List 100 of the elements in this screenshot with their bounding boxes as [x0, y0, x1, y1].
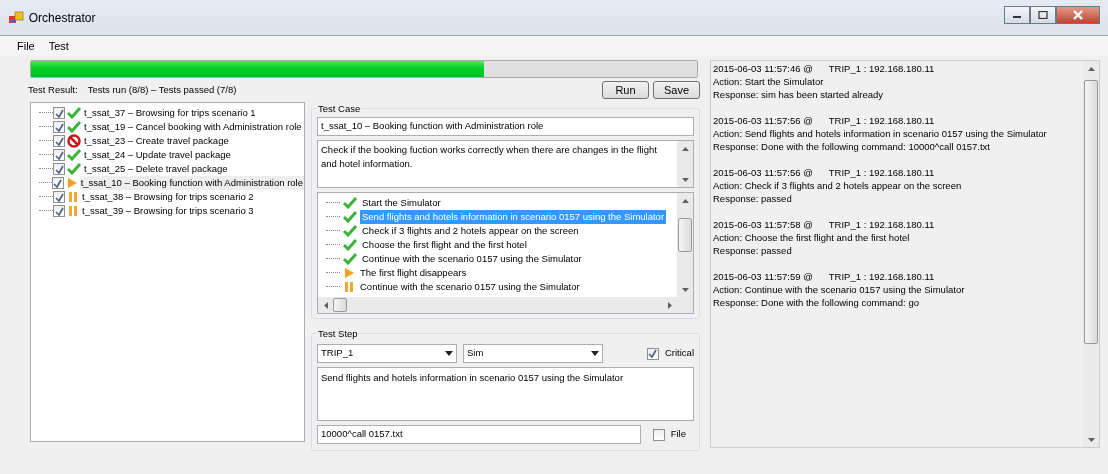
checkbox[interactable]	[53, 163, 65, 175]
menu-item[interactable]: File	[10, 35, 42, 57]
log-time: 2015-06-03 11:57:46 @	[713, 62, 813, 75]
tree-item[interactable]: t_ssat_10 – Booking function with Administration role	[79, 175, 304, 191]
log-target: TRIP_1 : 192.168.180.11	[828, 114, 935, 127]
log-action: Action: Start the Simulator	[713, 75, 825, 88]
log-time: 2015-06-03 11:57:59 @	[713, 270, 813, 283]
close-icon	[1072, 10, 1084, 20]
pause-icon	[67, 205, 79, 217]
check-icon	[343, 253, 357, 265]
log-response: Response: Done with the following command: go	[713, 296, 920, 309]
scroll-thumb[interactable]	[1084, 80, 1098, 344]
close-button[interactable]	[1056, 6, 1100, 24]
command-field[interactable]: 10000^call 0157.txt	[317, 425, 641, 444]
check-icon	[67, 149, 81, 161]
log-target: TRIP_1 : 192.168.180.11	[828, 218, 935, 231]
step-item[interactable]: Check if 3 flights and 2 hotels appear on the screen	[360, 223, 581, 239]
check-icon	[343, 239, 357, 251]
scroll-thumb[interactable]	[678, 218, 692, 252]
tree-item[interactable]: t_ssat_25 – Delete travel package	[83, 161, 229, 177]
step-item[interactable]: Choose the first flight and the first hotel	[360, 237, 529, 253]
save-button[interactable]: Save	[653, 81, 700, 99]
log-target: TRIP_1 : 192.168.180.11	[828, 62, 935, 75]
prohibited-icon	[67, 134, 81, 148]
arrow-down-icon	[1086, 435, 1096, 444]
pause-icon	[67, 191, 79, 203]
checkbox[interactable]	[53, 121, 65, 133]
checkbox[interactable]	[53, 107, 65, 119]
scrollbar[interactable]	[318, 297, 693, 313]
log-response: Response: passed	[713, 244, 793, 257]
scrollbar[interactable]	[677, 193, 693, 297]
play-icon	[343, 267, 355, 279]
step-item[interactable]: Continue with the scenario 0157 using the Simulator	[358, 279, 582, 295]
result-label: Test Result:	[28, 82, 78, 97]
checkbox[interactable]	[652, 428, 665, 441]
checkbox[interactable]	[51, 177, 64, 189]
arrow-right-icon	[665, 300, 674, 310]
checkbox[interactable]	[646, 347, 659, 360]
action-field[interactable]: Send flights and hotels information in scenario 0157 using the Simulator	[317, 367, 694, 421]
step-item[interactable]: Continue with the scenario 0157 using the Simulator	[360, 251, 584, 267]
scrollbar[interactable]	[1083, 61, 1099, 447]
menu-item[interactable]: Test	[41, 35, 76, 57]
arrow-left-icon	[321, 300, 330, 310]
check-icon	[67, 163, 81, 175]
log-target: TRIP_1 : 192.168.180.11	[828, 166, 935, 179]
caret-icon	[591, 351, 599, 356]
dropdown[interactable]: Sim	[463, 344, 603, 363]
maximize-button[interactable]	[1030, 6, 1056, 24]
pause-icon	[343, 281, 355, 293]
log-action: Action: Send flights and hotels information in scenario 0157 using the Simulator	[713, 127, 1048, 140]
app-icon	[8, 9, 24, 26]
dropdown-value: Sim	[467, 346, 485, 361]
description-field[interactable]: Check if the booking fuction works correctly when there are changes in the flight and hotel information.	[317, 140, 694, 188]
log-time: 2015-06-03 11:57:56 @	[713, 166, 813, 179]
log-time: 2015-06-03 11:57:56 @	[713, 114, 813, 127]
log-response: Response: passed	[713, 192, 793, 205]
check-icon	[343, 211, 357, 223]
arrow-up-icon	[680, 144, 690, 153]
checkbox[interactable]	[53, 135, 65, 147]
arrow-down-icon	[680, 285, 690, 294]
checkbox[interactable]	[53, 191, 65, 203]
step-item[interactable]: The first flight disappears	[358, 265, 469, 281]
checkmark-icon	[648, 349, 658, 358]
check-icon	[343, 197, 357, 209]
tree-item[interactable]: t_ssat_23 – Create travel package	[83, 133, 230, 149]
dropdown[interactable]: TRIP_1	[317, 344, 457, 363]
caret-icon	[445, 351, 453, 356]
test-case-name-field[interactable]: t_ssat_10 – Booking function with Administration role	[317, 117, 694, 136]
arrow-down-icon	[680, 175, 690, 184]
checkbox[interactable]	[53, 149, 65, 161]
scroll-thumb[interactable]	[333, 298, 347, 312]
tree-item[interactable]: t_ssat_37 – Browsing for trips scenario 1	[83, 105, 257, 121]
step-item[interactable]: Start the Simulator	[360, 195, 443, 211]
tree-item[interactable]: t_ssat_24 – Update travel package	[83, 147, 232, 163]
dropdown-value: TRIP_1	[321, 346, 355, 361]
log-action: Action: Continue with the scenario 0157 using the Simulator	[713, 283, 966, 296]
window-title: Orchestrator	[28, 9, 97, 27]
scrollbar[interactable]	[677, 141, 693, 187]
log-response: Response: sim has been started already	[713, 88, 885, 101]
check-icon	[67, 121, 81, 133]
tree-item[interactable]: t_ssat_39 – Browsing for trips scenario 3	[81, 203, 255, 219]
log-time: 2015-06-03 11:57:58 @	[713, 218, 813, 231]
play-icon	[65, 177, 78, 189]
tree-item[interactable]: t_ssat_38 – Browsing for trips scenario 2	[81, 189, 255, 205]
arrow-up-icon	[1086, 64, 1096, 73]
run-button[interactable]: Run	[602, 81, 649, 99]
result-text: Tests run (8/8) – Tests passed (7/8)	[87, 82, 237, 97]
description-text: Check if the booking fuction works correctly when there are changes in the flight and hotel information.	[320, 143, 658, 172]
arrow-up-icon	[680, 196, 690, 205]
log-target: TRIP_1 : 192.168.180.11	[828, 270, 935, 283]
maximize-icon	[1038, 11, 1048, 19]
checkbox-label: File	[670, 427, 686, 442]
tree-item[interactable]: t_ssat_19 – Cancel booking with Administration role	[83, 119, 303, 135]
check-icon	[67, 107, 81, 119]
minimize-button[interactable]	[1004, 6, 1030, 24]
checkbox[interactable]	[53, 205, 65, 217]
checkbox-label: Critical	[664, 346, 694, 361]
log-action: Action: Choose the first flight and the first hotel	[713, 231, 911, 244]
check-icon	[343, 225, 357, 237]
log-response: Response: Done with the following command: 10000^call 0157.txt	[713, 140, 991, 153]
